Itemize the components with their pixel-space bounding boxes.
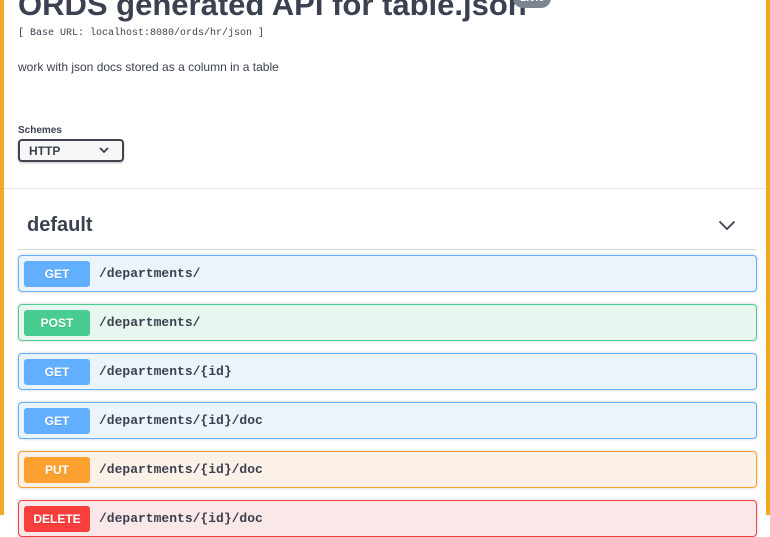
- api-description: work with json docs stored as a column i…: [18, 60, 279, 74]
- api-title: ORDS generated API for table.json: [18, 0, 527, 22]
- method-badge: PUT: [24, 457, 90, 483]
- operation-get-department-doc[interactable]: GET /departments/{id}/doc: [18, 402, 757, 439]
- base-url: [ Base URL: localhost:8080/ords/hr/json …: [18, 28, 265, 39]
- schemes-select[interactable]: HTTP: [18, 139, 124, 162]
- method-badge: DELETE: [24, 506, 90, 532]
- operation-path: /departments/: [99, 315, 201, 330]
- method-badge: GET: [24, 359, 90, 385]
- window-frame-right: [766, 0, 770, 515]
- chevron-down-icon: [99, 147, 109, 153]
- operation-put-department-doc[interactable]: PUT /departments/{id}/doc: [18, 451, 757, 488]
- operation-get-departments[interactable]: GET /departments/: [18, 255, 757, 292]
- operation-path: /departments/{id}/doc: [99, 462, 263, 477]
- operation-path: /departments/{id}: [99, 364, 232, 379]
- operation-path: /departments/: [99, 266, 201, 281]
- section-rule: [18, 249, 756, 250]
- schemes-label: Schemes: [18, 125, 62, 136]
- method-badge: POST: [24, 310, 90, 336]
- operation-post-departments[interactable]: POST /departments/: [18, 304, 757, 341]
- schemes-selected-value: HTTP: [29, 143, 61, 158]
- section-divider: [4, 188, 766, 189]
- method-badge: GET: [24, 408, 90, 434]
- operation-path: /departments/{id}/doc: [99, 413, 263, 428]
- window-frame-left: [0, 0, 4, 515]
- operation-get-department-by-id[interactable]: GET /departments/{id}: [18, 353, 757, 390]
- tag-section-title[interactable]: default: [27, 214, 93, 237]
- operation-delete-department-doc[interactable]: DELETE /departments/{id}/doc: [18, 500, 757, 537]
- operation-path: /departments/{id}/doc: [99, 511, 263, 526]
- method-badge: GET: [24, 261, 90, 287]
- collapse-toggle-icon[interactable]: [717, 217, 737, 235]
- version-badge: 1.0.0: [513, 0, 552, 8]
